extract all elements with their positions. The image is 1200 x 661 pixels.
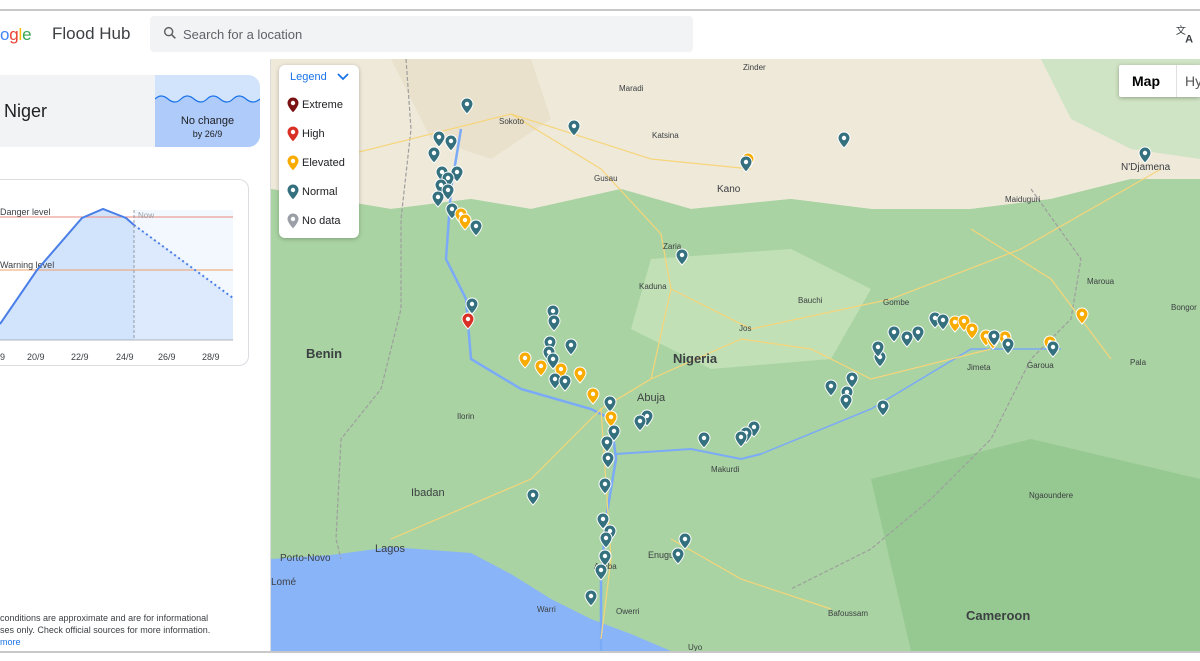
danger-label: Danger level bbox=[0, 207, 51, 217]
x-tick: 28/9 bbox=[202, 352, 220, 362]
map-label-ilorin: Ilorin bbox=[457, 412, 474, 421]
search-icon bbox=[163, 26, 176, 39]
learn-more-link[interactable]: more bbox=[0, 637, 21, 647]
map-type-control: Map Hy bbox=[1119, 65, 1200, 97]
translate-icon[interactable]: 文A bbox=[1175, 23, 1197, 45]
map-label-maiduguri: Maiduguri bbox=[1005, 195, 1040, 204]
map-label-gombe: Gombe bbox=[883, 298, 910, 307]
map-label-katsina: Katsina bbox=[652, 131, 679, 140]
search-input[interactable] bbox=[183, 16, 663, 52]
map-label-pala: Pala bbox=[1130, 358, 1147, 367]
forest-region bbox=[871, 439, 1200, 651]
map-label-ibadan: Ibadan bbox=[411, 487, 445, 499]
legend-item-no-data: No data bbox=[287, 213, 357, 229]
trend-box: No change by 26/9 bbox=[155, 75, 260, 147]
hybrid-tab[interactable]: Hy bbox=[1185, 73, 1200, 89]
map-label-ngaoundere: Ngaoundere bbox=[1029, 491, 1074, 500]
trend-label: No change bbox=[180, 115, 235, 127]
map-label-maradi: Maradi bbox=[619, 84, 644, 93]
map-pin-icon bbox=[287, 184, 299, 200]
x-tick: 20/9 bbox=[27, 352, 45, 362]
map-label-uyo: Uyo bbox=[688, 643, 703, 651]
gauge-name: Niger bbox=[4, 101, 48, 121]
now-label: Now bbox=[138, 211, 154, 220]
map-label-lagos: Lagos bbox=[375, 543, 405, 555]
future-shade bbox=[134, 210, 233, 340]
map-label-bauchi: Bauchi bbox=[798, 296, 823, 305]
map-label-jimeta: Jimeta bbox=[967, 363, 991, 372]
x-tick: 9 bbox=[0, 352, 5, 362]
map-label-benin: Benin bbox=[306, 346, 342, 361]
map-label-abuja: Abuja bbox=[637, 392, 666, 404]
map-label-nigeria: Nigeria bbox=[673, 351, 718, 366]
map-label-zinder: Zinder bbox=[743, 63, 766, 72]
map-label-makurdi: Makurdi bbox=[711, 465, 740, 474]
trend-date: by 26/9 bbox=[192, 129, 223, 139]
google-logo[interactable]: ogle bbox=[0, 25, 32, 45]
divider bbox=[1176, 65, 1177, 97]
legend-item-extreme: Extreme bbox=[287, 97, 357, 113]
map-tab[interactable]: Map bbox=[1132, 73, 1160, 89]
legend-item-high: High bbox=[287, 126, 357, 142]
map-label-cameroon: Cameroon bbox=[966, 608, 1030, 623]
map-label-bongor: Bongor bbox=[1171, 303, 1197, 312]
chevron-down-icon[interactable] bbox=[337, 73, 349, 81]
app-title[interactable]: Flood Hub bbox=[52, 24, 130, 44]
flood-map[interactable]: Benin Nigeria Cameroon Zinder Maradi Sokoto Ka… bbox=[271, 59, 1200, 651]
map-label-enugu: Enugu bbox=[648, 550, 674, 560]
legend-item-normal: Normal bbox=[287, 184, 357, 200]
map-pin-icon bbox=[287, 213, 299, 229]
map-label-porto-novo: Porto-Novo bbox=[280, 553, 331, 564]
map-canvas[interactable]: Benin Nigeria Cameroon Zinder Maradi Sokoto Ka… bbox=[271, 59, 1200, 651]
map-label-n-djamena: N'Djamena bbox=[1121, 162, 1171, 173]
map-label-gusau: Gusau bbox=[594, 174, 618, 183]
svg-text:A: A bbox=[1185, 33, 1193, 45]
map-label-bafoussam: Bafoussam bbox=[828, 609, 868, 618]
forecast-chart[interactable]: Danger level Warning level Now 9 20/9 22… bbox=[0, 179, 249, 366]
x-tick: 24/9 bbox=[116, 352, 134, 362]
map-label-jos: Jos bbox=[739, 324, 751, 333]
warning-label: Warning level bbox=[0, 260, 54, 270]
map-pin-icon bbox=[287, 155, 299, 171]
legend-item-elevated: Elevated bbox=[287, 155, 357, 171]
x-tick: 26/9 bbox=[158, 352, 176, 362]
map-label-garoua: Garoua bbox=[1027, 361, 1054, 370]
window-bottom-border bbox=[0, 651, 1200, 661]
map-label-owerri: Owerri bbox=[616, 607, 640, 616]
gauge-panel: Niger No change by 26/9 Danger level War… bbox=[0, 59, 271, 651]
map-pin-icon bbox=[287, 97, 299, 113]
search-bar[interactable] bbox=[150, 16, 693, 52]
app-header: ogle Flood Hub 文A bbox=[0, 11, 1200, 59]
x-tick: 22/9 bbox=[71, 352, 89, 362]
map-label-kaduna: Kaduna bbox=[639, 282, 667, 291]
legend-panel[interactable]: Legend Extreme High Elevated Normal No data bbox=[279, 65, 359, 238]
map-label-kano: Kano bbox=[717, 184, 741, 195]
map-label-maroua: Maroua bbox=[1087, 277, 1115, 286]
map-label-lom-: Lomé bbox=[271, 577, 296, 588]
gauge-summary-card[interactable]: Niger No change by 26/9 bbox=[0, 75, 260, 147]
legend-title[interactable]: Legend bbox=[290, 71, 327, 83]
map-label-warri: Warri bbox=[537, 605, 556, 614]
map-label-sokoto: Sokoto bbox=[499, 117, 524, 126]
disclaimer-text: conditions are approximate and are for i… bbox=[0, 613, 211, 635]
map-pin-icon bbox=[287, 126, 299, 142]
